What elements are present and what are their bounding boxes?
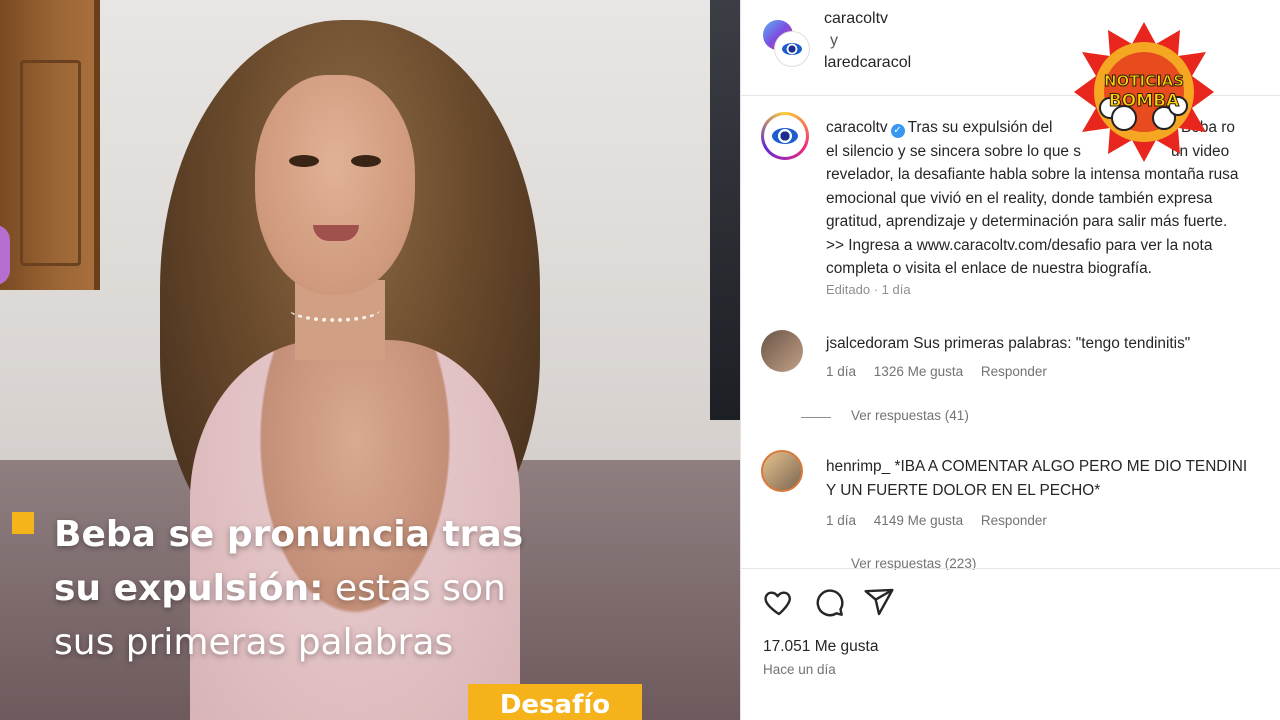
post-line-5: gratitud, aprendizaje y determinación pa…: [826, 213, 1228, 230]
comment-avatar[interactable]: [761, 330, 803, 372]
mouth: [313, 225, 359, 241]
comment-body: Sus primeras palabras: "tengo tendinitis…: [913, 335, 1191, 352]
video-player[interactable]: Beba se pronuncia tras su expulsión: est…: [0, 0, 740, 720]
post-line-2: el silencio y se sincera sobre lo que s: [826, 142, 1081, 160]
caption-line1: Beba se pronuncia tras: [54, 514, 524, 555]
post-line-4: emocional que vivió en el reality, donde…: [826, 189, 1213, 207]
comments-divider: [741, 568, 1280, 569]
comment-body: *IBA A COMENTAR ALGO PERO ME DIO TENDINI: [894, 458, 1248, 475]
comment-username[interactable]: henrimp_: [826, 458, 890, 475]
comment-text: jsalcedoram Sus primeras palabras: "teng…: [826, 332, 1280, 356]
post-line-7: completa o visita el enlace de nuestra b…: [826, 260, 1152, 277]
action-bar: [761, 586, 1261, 618]
logo-line1: NOTICIAS: [1104, 72, 1184, 90]
post-line-6: >> Ingresa a www.caracoltv.com/desafio p…: [826, 236, 1213, 254]
reply-button[interactable]: Responder: [981, 513, 1047, 528]
collab-avatars[interactable]: [761, 18, 811, 68]
video-caption: Beba se pronuncia tras su expulsión: est…: [54, 508, 614, 670]
post-line-1: Tras su expulsión del: [907, 119, 1053, 136]
reply-button[interactable]: Responder: [981, 364, 1047, 379]
person-face: [255, 75, 415, 295]
like-count[interactable]: 17.051 Me gusta: [763, 638, 878, 656]
caption-line2-bold: su expulsión:: [54, 568, 324, 609]
share-icon[interactable]: [863, 586, 895, 618]
noticias-bomba-logo: NOTICIAS BOMBA: [1074, 22, 1214, 162]
comment-avatar[interactable]: [761, 450, 803, 492]
view-replies[interactable]: Ver respuestas (41): [801, 408, 969, 423]
purple-object: [0, 225, 10, 285]
pearl-necklace: [290, 298, 380, 322]
dark-panel: [710, 0, 740, 420]
caption-marker: [12, 512, 34, 534]
desafio-tag: Desafío: [468, 684, 642, 720]
eye-left: [289, 155, 319, 167]
comment-likes[interactable]: 4149 Me gusta: [874, 513, 963, 528]
post-avatar[interactable]: [761, 112, 809, 160]
comment-likes[interactable]: 1326 Me gusta: [874, 364, 963, 379]
comment-text: henrimp_ *IBA A COMENTAR ALGO PERO ME DI…: [826, 455, 1280, 503]
caracol-eye-icon: [782, 43, 802, 55]
caracoltv-avatar-small[interactable]: [775, 32, 809, 66]
caption-line2-rest: estas son: [323, 568, 506, 609]
collab-names: caracoltv y laredcaracol: [824, 8, 911, 74]
heart-icon[interactable]: [763, 586, 795, 618]
post-meta: Editado · 1 día: [826, 282, 911, 297]
logo-line2: BOMBA: [1109, 91, 1180, 111]
eye-right: [351, 155, 381, 167]
collab-connector: y: [830, 32, 838, 49]
verified-icon: ✓: [890, 124, 905, 138]
wooden-door: [0, 0, 100, 290]
post-username[interactable]: caracoltv: [826, 119, 888, 136]
comment-icon[interactable]: [813, 586, 845, 618]
collab-user2[interactable]: laredcaracol: [824, 52, 911, 74]
comment-meta: 1 día 4149 Me gusta Responder: [826, 513, 1061, 528]
caption-line3: sus primeras palabras: [54, 622, 454, 663]
caracol-eye-icon: [772, 128, 798, 144]
post-time: Hace un día: [763, 662, 836, 677]
post-line-3: revelador, la desafiante habla sobre la …: [826, 166, 1239, 183]
comment-meta: 1 día 1326 Me gusta Responder: [826, 364, 1061, 379]
collab-user1[interactable]: caracoltv: [824, 8, 911, 30]
comment-age: 1 día: [826, 364, 857, 379]
comment-age: 1 día: [826, 513, 857, 528]
comment-body-line2: Y UN FUERTE DOLOR EN EL PECHO*: [826, 482, 1101, 499]
comment-username[interactable]: jsalcedoram: [826, 335, 909, 352]
